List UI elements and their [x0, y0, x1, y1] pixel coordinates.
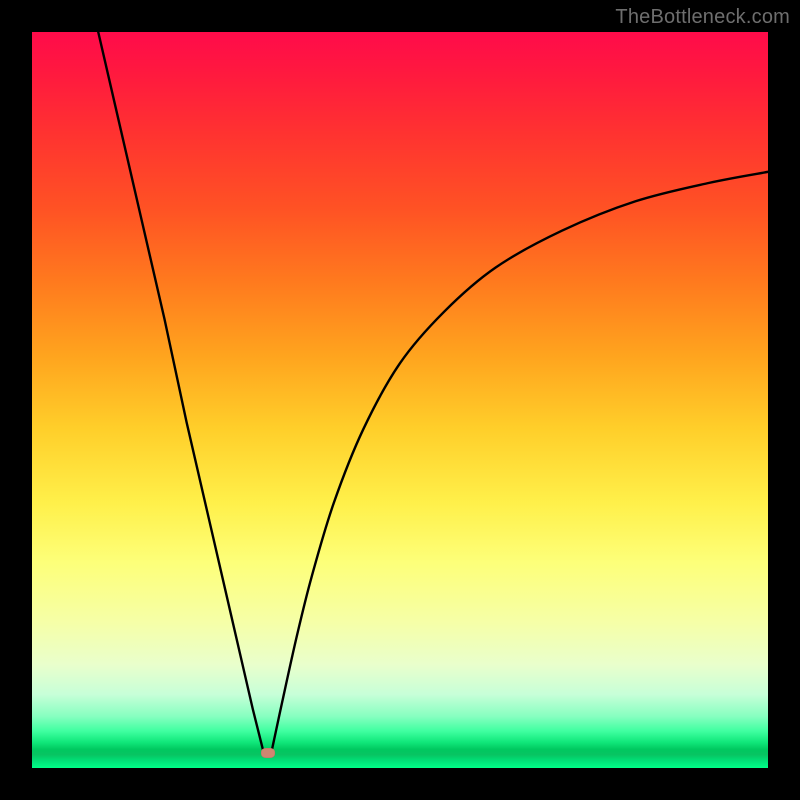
chart-stage: TheBottleneck.com	[0, 0, 800, 800]
optimum-marker	[261, 748, 275, 758]
left-branch-curve	[98, 32, 264, 753]
watermark-text: TheBottleneck.com	[615, 6, 790, 29]
right-branch-curve	[271, 172, 768, 753]
plot-area	[32, 32, 768, 768]
curve-layer	[32, 32, 768, 768]
